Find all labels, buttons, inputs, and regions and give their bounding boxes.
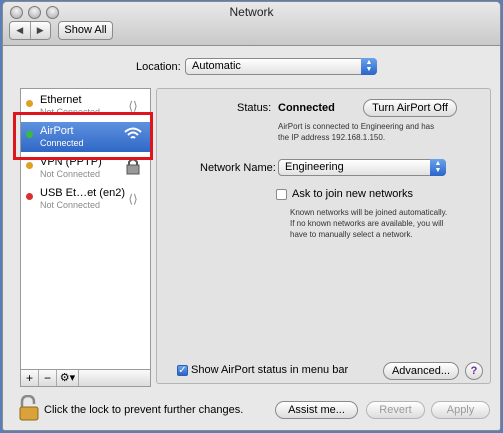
network-name-value: Engineering	[285, 161, 344, 173]
ask-to-join-checkbox[interactable]	[276, 189, 287, 200]
status-dot	[26, 193, 33, 200]
status-dot	[26, 100, 33, 107]
revert-button[interactable]: Revert	[366, 401, 425, 419]
vpn-lock-icon	[122, 157, 144, 179]
service-name: Ethernet	[40, 94, 82, 106]
service-item-usb-ethernet[interactable]: USB Et…et (en2) Not Connected ⟨⟩	[21, 184, 150, 214]
network-name-select[interactable]: Engineering ▲ ▼	[278, 159, 446, 176]
show-status-label: Show AirPort status in menu bar	[191, 364, 349, 376]
ethernet-icon: ⟨⟩	[128, 192, 138, 206]
forward-arrow-icon[interactable]: ▶	[29, 22, 51, 39]
show-status-checkbox[interactable]: ✓	[177, 365, 188, 376]
popup-arrows-icon: ▲ ▼	[430, 159, 446, 176]
location-select[interactable]: Automatic ▲ ▼	[185, 58, 377, 75]
location-value: Automatic	[192, 60, 241, 72]
advanced-button[interactable]: Advanced...	[383, 362, 459, 380]
service-status: Not Connected	[40, 200, 101, 210]
back-arrow-icon[interactable]: ◀	[10, 22, 30, 39]
turn-airport-off-button[interactable]: Turn AirPort Off	[363, 99, 457, 117]
service-name: USB Et…et (en2)	[40, 187, 125, 199]
network-name-label: Network Name:	[200, 162, 276, 174]
highlight-box	[13, 112, 153, 160]
lock-text: Click the lock to prevent further change…	[44, 404, 244, 416]
apply-button[interactable]: Apply	[431, 401, 490, 419]
ask-join-description-line1: Known networks will be joined automatica…	[290, 208, 448, 217]
window-title: Network	[229, 5, 274, 19]
service-list-toolbar: + − ⚙▾	[20, 370, 151, 387]
help-button[interactable]: ?	[465, 362, 483, 380]
lock-icon[interactable]	[18, 394, 40, 421]
status-description-line2: the IP address 192.168.1.150.	[278, 133, 386, 142]
network-preferences-window: Network ◀ ▶ Show All Location: Automatic…	[2, 1, 501, 431]
add-service-button[interactable]: +	[21, 370, 39, 386]
nav-buttons: ◀ ▶	[9, 21, 51, 40]
ask-join-description-line3: have to manually select a network.	[290, 230, 413, 239]
status-label: Status:	[237, 102, 272, 114]
gear-icon[interactable]: ⚙▾	[57, 370, 79, 386]
status-description-line1: AirPort is connected to Engineering and …	[278, 122, 435, 131]
status-dot	[26, 162, 33, 169]
ask-to-join-label: Ask to join new networks	[292, 188, 414, 200]
status-value: Connected	[278, 102, 335, 114]
service-status: Not Connected	[40, 169, 101, 179]
service-detail-panel: Status: Connected Turn AirPort Off AirPo…	[156, 88, 491, 384]
ask-join-description-line2: If no known networks are available, you …	[290, 219, 444, 228]
popup-arrows-icon: ▲ ▼	[361, 58, 377, 75]
remove-service-button[interactable]: −	[39, 370, 57, 386]
location-label: Location:	[136, 61, 181, 73]
titlebar: Network ◀ ▶ Show All	[3, 2, 500, 46]
show-all-button[interactable]: Show All	[58, 21, 113, 40]
assist-me-button[interactable]: Assist me...	[275, 401, 358, 419]
